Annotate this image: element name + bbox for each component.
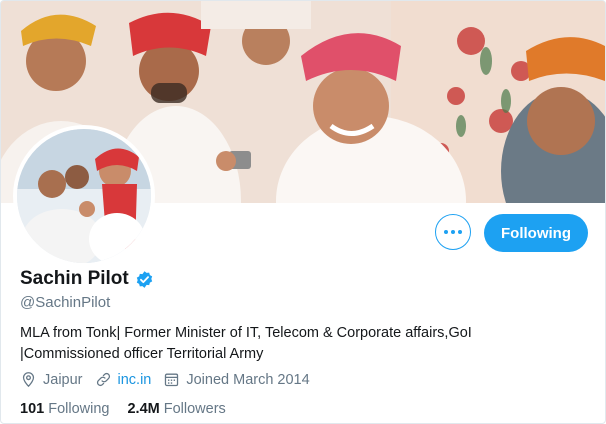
verified-badge-icon <box>136 270 152 288</box>
avatar[interactable] <box>17 129 151 263</box>
following-count: 101 <box>20 401 49 417</box>
bio-line-2: |Commissioned officer Territorial Army <box>20 346 264 362</box>
profile-stats: 101 Following 2.4M Followers <box>20 401 244 417</box>
joined-item: Joined March 2014 <box>163 371 310 388</box>
profile-name: Sachin Pilot <box>20 268 129 289</box>
more-options-icon <box>444 230 462 234</box>
website-link[interactable]: inc.in <box>118 372 152 388</box>
followers-stat[interactable]: 2.4M Followers <box>127 401 225 417</box>
following-stat-label: Following <box>48 401 110 417</box>
profile-name-row: Sachin Pilot <box>20 268 154 290</box>
calendar-icon <box>165 373 179 387</box>
profile-card: Following Sachin Pilot @SachinPilot MLA … <box>0 0 606 424</box>
following-button[interactable]: Following <box>484 214 588 252</box>
location-text: Jaipur <box>43 371 83 388</box>
followers-count: 2.4M <box>127 401 164 417</box>
following-stat[interactable]: 101 Following <box>20 401 109 417</box>
profile-handle: @SachinPilot <box>20 294 111 311</box>
joined-text: Joined March 2014 <box>186 371 310 388</box>
bio-line-1: MLA from Tonk| Former Minister of IT, Te… <box>20 325 472 341</box>
followers-stat-label: Followers <box>163 401 226 417</box>
profile-bio: MLA from Tonk| Former Minister of IT, Te… <box>20 323 590 365</box>
more-options-button[interactable] <box>435 214 471 250</box>
location-item: Jaipur <box>20 371 83 388</box>
website-item: inc.in <box>95 371 152 388</box>
link-icon <box>96 372 110 387</box>
location-pin-icon <box>22 372 35 388</box>
profile-meta: Jaipur inc.in Joined March 2014 <box>20 371 322 388</box>
